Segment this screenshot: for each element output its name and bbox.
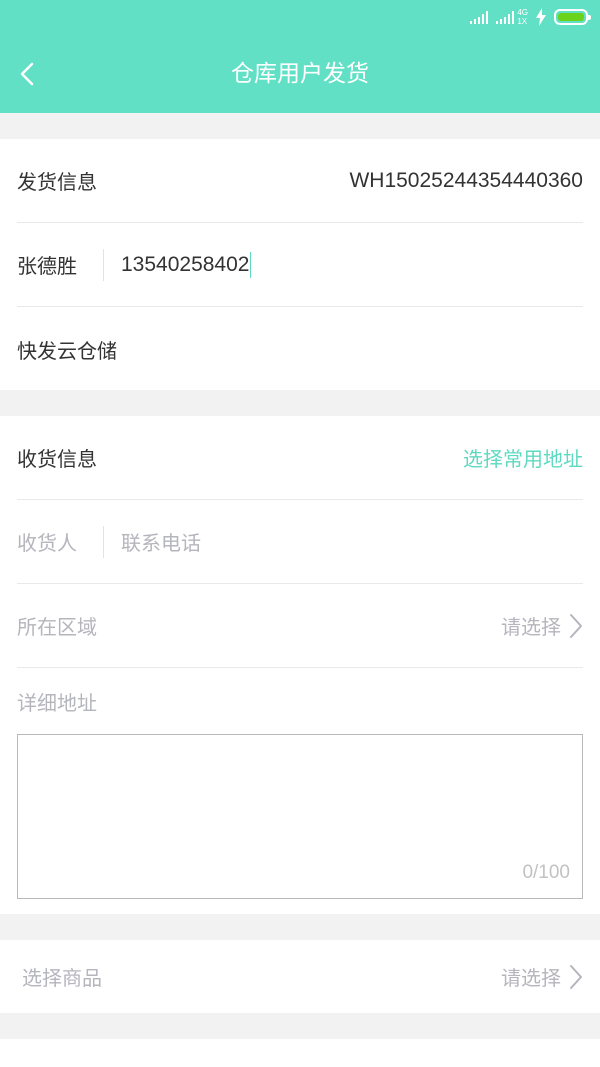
text-cursor [250, 251, 252, 278]
network-type-top: 4G [517, 8, 528, 17]
select-goods-row[interactable]: 选择商品 请选择 [22, 940, 583, 1013]
signal-icon [470, 10, 489, 24]
order-number: WH15025244354440360 [349, 168, 583, 192]
receiving-info-row: 收货信息 选择常用地址 [17, 416, 583, 500]
warehouse-row: 快发云仓储 [17, 307, 583, 391]
sender-row: 张德胜 13540258402 [17, 223, 583, 307]
region-value: 请选择 [501, 615, 561, 639]
charging-icon [536, 8, 546, 26]
sender-phone: 13540258402 [121, 252, 250, 276]
status-icons: 4G 1X [470, 6, 591, 28]
cellular-indicator: 4G 1X [496, 8, 528, 26]
goods-value: 请选择 [501, 966, 561, 990]
region-row[interactable]: 所在区域 请选择 [17, 584, 583, 668]
recipient-input[interactable]: 收货人 [17, 527, 77, 556]
shipping-info-label: 发货信息 [17, 170, 97, 194]
chevron-right-icon [570, 964, 582, 989]
network-type: 4G 1X [517, 8, 528, 26]
goods-card[interactable]: 选择商品 请选择 [0, 940, 600, 1013]
battery-icon [554, 9, 591, 25]
receiving-info-card: 收货信息 选择常用地址 收货人 联系电话 所在区域 请选择 详细地址 0/100 [0, 416, 600, 914]
address-textarea[interactable]: 0/100 [17, 734, 583, 899]
page-title: 仓库用户发货 [231, 61, 369, 87]
network-type-bottom: 1X [517, 17, 528, 26]
shipping-info-row: 发货信息 WH15025244354440360 [17, 139, 583, 223]
select-common-address-link[interactable]: 选择常用地址 [463, 443, 583, 472]
next-card-partial [0, 1039, 600, 1067]
phone-input[interactable]: 联系电话 [121, 527, 201, 556]
recipient-row: 收货人 联系电话 [17, 500, 583, 584]
sender-phone-field[interactable]: 13540258402 [121, 251, 252, 278]
address-label-row: 详细地址 [17, 668, 583, 734]
region-selector[interactable]: 请选择 [501, 611, 583, 640]
status-bar: 4G 1X [0, 0, 600, 34]
region-label: 所在区域 [17, 615, 97, 639]
divider [103, 525, 104, 558]
goods-label: 选择商品 [22, 966, 102, 990]
signal-icon [496, 10, 515, 24]
divider [103, 248, 104, 281]
address-char-counter: 0/100 [522, 862, 570, 883]
sender-name: 张德胜 [17, 254, 77, 278]
receiving-info-label: 收货信息 [17, 447, 97, 471]
warehouse-name: 快发云仓储 [17, 338, 117, 363]
chevron-right-icon [570, 613, 582, 638]
shipping-info-card: 发货信息 WH15025244354440360 张德胜 13540258402… [0, 139, 600, 390]
app-header: 4G 1X 仓库用户发货 [0, 0, 600, 113]
address-label: 详细地址 [17, 690, 97, 715]
goods-selector[interactable]: 请选择 [501, 962, 583, 991]
